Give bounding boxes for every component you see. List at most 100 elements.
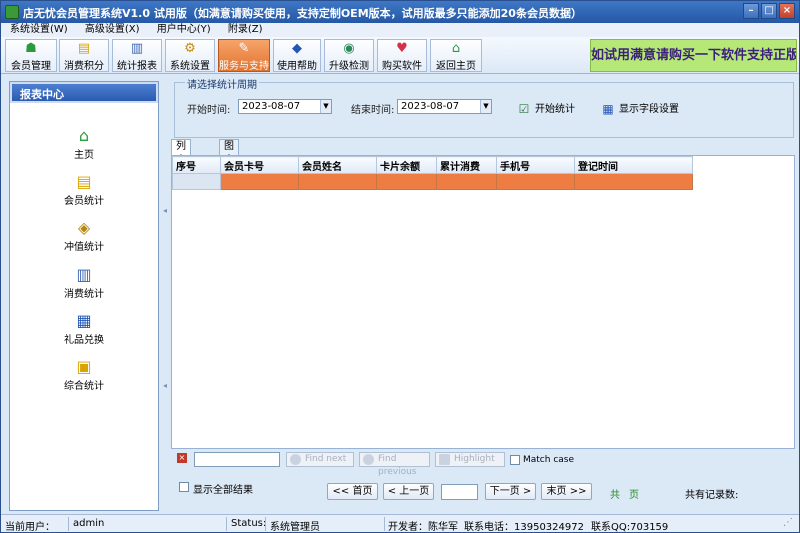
title-bar: 店无忧会员管理系统V1.0 试用版（如满意请购买使用，支持定制OEM版本，试用版… bbox=[1, 1, 799, 23]
upgrade-icon: ◉ bbox=[343, 41, 355, 56]
tab-chart-analysis[interactable]: 图表分析 bbox=[219, 139, 239, 194]
current-user-label: 当前用户： bbox=[5, 522, 55, 533]
pagination: << 首页 < 上一页 下一页 > 末页 >> 共 页 共有记录数: bbox=[169, 483, 797, 501]
main-window: 店无忧会员管理系统V1.0 试用版（如满意请购买使用，支持定制OEM版本，试用版… bbox=[0, 0, 800, 533]
sidebar-item-recharge-stats[interactable]: ◈ 冲值统计 bbox=[10, 218, 158, 253]
column-header[interactable]: 序号 bbox=[172, 156, 221, 174]
menu-bar: 系统设置(W) 高级设置(X) 用户中心(Y) 附录(Z) bbox=[1, 23, 799, 37]
total-pages-suffix: 页 bbox=[629, 490, 639, 501]
status-value: 系统管理员 bbox=[270, 522, 320, 533]
column-header[interactable]: 累计消费 bbox=[436, 156, 497, 174]
chevron-down-icon: ▼ bbox=[320, 100, 331, 113]
toolbar-upgrade-button[interactable]: ◉ 升级检测 bbox=[324, 39, 374, 72]
row-header[interactable] bbox=[172, 173, 221, 190]
match-case-checkbox[interactable] bbox=[510, 455, 520, 465]
table-cell[interactable] bbox=[298, 173, 377, 190]
status-label: Status: bbox=[231, 518, 267, 529]
maximize-button[interactable]: □ bbox=[761, 3, 777, 19]
sidebar-item-home[interactable]: ⌂ 主页 bbox=[10, 126, 158, 161]
table-row[interactable] bbox=[172, 173, 693, 190]
menu-appendix[interactable]: 附录(Z) bbox=[219, 23, 268, 36]
field-settings-button[interactable]: ▦ 显示字段设置 bbox=[600, 100, 679, 116]
toolbar-members-button[interactable]: ☗ 会员管理 bbox=[5, 39, 57, 72]
column-header[interactable]: 登记时间 bbox=[574, 156, 693, 174]
total-pages-prefix: 共 bbox=[610, 490, 620, 501]
arrow-up-icon bbox=[363, 454, 374, 465]
find-input[interactable] bbox=[194, 452, 280, 467]
find-bar: × Find next Find previous Highlight Matc… bbox=[171, 451, 795, 477]
close-find-icon[interactable]: × bbox=[177, 453, 187, 463]
records-count-label: 共有记录数: bbox=[685, 490, 739, 501]
minimize-button[interactable]: – bbox=[743, 3, 759, 19]
summary-stats-icon: ▣ bbox=[76, 357, 92, 376]
first-page-button[interactable]: << 首页 bbox=[327, 483, 378, 500]
home-icon: ⌂ bbox=[78, 126, 90, 145]
column-header[interactable]: 会员姓名 bbox=[298, 156, 377, 174]
last-page-button[interactable]: 末页 >> bbox=[541, 483, 592, 500]
report-content: 请选择统计周期 开始时间: 2023-08-07 ▼ 结束时间: 2023-08… bbox=[169, 76, 797, 511]
sidebar-item-gift-exchange[interactable]: ▦ 礼品兑换 bbox=[10, 311, 158, 346]
promo-banner[interactable]: 如试用满意请购买一下软件支持正版哦 bbox=[590, 39, 797, 72]
table-cell[interactable] bbox=[220, 173, 299, 190]
table-cell[interactable] bbox=[436, 173, 497, 190]
members-icon: ☗ bbox=[25, 41, 37, 56]
member-stats-icon: ▤ bbox=[76, 172, 92, 191]
panel-splitter[interactable]: ◂ ◂ bbox=[162, 81, 168, 511]
menu-system-settings[interactable]: 系统设置(W) bbox=[1, 23, 73, 36]
table-cell[interactable] bbox=[376, 173, 437, 190]
status-bar: 当前用户： admin Status: 系统管理员 开发者：陈华军 联系电话：1… bbox=[1, 514, 799, 533]
data-grid: 序号 会员卡号 会员姓名 卡片余额 累计消费 手机号 登记时间 bbox=[171, 155, 795, 449]
column-header[interactable]: 卡片余额 bbox=[376, 156, 437, 174]
match-case-label: Match case bbox=[523, 455, 575, 465]
developer-info: 开发者：陈华军 bbox=[388, 522, 458, 533]
consume-stats-icon: ▥ bbox=[76, 265, 92, 284]
resize-grip-icon[interactable]: ⋰ bbox=[783, 517, 793, 528]
prev-page-button[interactable]: < 上一页 bbox=[383, 483, 434, 500]
next-page-button[interactable]: 下一页 > bbox=[485, 483, 536, 500]
column-header[interactable]: 会员卡号 bbox=[220, 156, 299, 174]
period-legend: 请选择统计周期 bbox=[185, 76, 259, 91]
points-icon: ▤ bbox=[77, 41, 91, 56]
start-date-picker[interactable]: 2023-08-07 ▼ bbox=[238, 99, 332, 114]
highlight-icon bbox=[439, 454, 450, 465]
toolbar-support-button[interactable]: ✎ 服务与支持 bbox=[218, 39, 270, 72]
highlight-button[interactable]: Highlight bbox=[435, 452, 505, 467]
menu-advanced-settings[interactable]: 高级设置(X) bbox=[76, 23, 145, 36]
sidebar-item-member-stats[interactable]: ▤ 会员统计 bbox=[10, 172, 158, 207]
start-stats-button[interactable]: ☑ 开始统计 bbox=[516, 100, 575, 116]
chevron-down-icon: ▼ bbox=[480, 100, 491, 113]
phone-info: 联系电话：13950324972 bbox=[464, 522, 584, 533]
toolbar-home-button[interactable]: ⌂ 返回主页 bbox=[430, 39, 482, 72]
toolbar-buy-button[interactable]: ♥ 购买软件 bbox=[377, 39, 427, 72]
toolbar-points-button[interactable]: ▤ 消费积分 bbox=[59, 39, 109, 72]
toolbar-settings-button[interactable]: ⚙ 系统设置 bbox=[165, 39, 215, 72]
tab-list-analysis[interactable]: 列表分析 bbox=[171, 139, 191, 194]
toolbar-help-button[interactable]: ◆ 使用帮助 bbox=[273, 39, 321, 72]
toolbar-report-button[interactable]: ▥ 统计报表 bbox=[112, 39, 162, 72]
home-icon: ⌂ bbox=[451, 41, 461, 56]
column-header[interactable]: 手机号 bbox=[496, 156, 575, 174]
sidebar-item-summary-stats[interactable]: ▣ 综合统计 bbox=[10, 357, 158, 392]
current-user-value: admin bbox=[73, 518, 105, 529]
page-input[interactable] bbox=[441, 484, 478, 500]
end-time-label: 结束时间: bbox=[351, 105, 395, 116]
arrow-down-icon bbox=[290, 454, 301, 465]
support-icon: ✎ bbox=[238, 41, 250, 56]
recharge-stats-icon: ◈ bbox=[77, 218, 91, 237]
gift-exchange-icon: ▦ bbox=[76, 311, 92, 330]
help-icon: ◆ bbox=[292, 41, 302, 56]
settings-icon: ⚙ bbox=[184, 41, 196, 56]
collapse-arrow-icon: ◂ bbox=[163, 206, 168, 215]
grid-settings-icon: ▦ bbox=[602, 102, 614, 116]
sidebar-item-consume-stats[interactable]: ▥ 消费统计 bbox=[10, 265, 158, 300]
find-next-button[interactable]: Find next bbox=[286, 452, 354, 467]
window-title: 店无忧会员管理系统V1.0 试用版（如满意请购买使用，支持定制OEM版本，试用版… bbox=[23, 7, 582, 20]
find-previous-button[interactable]: Find previous bbox=[359, 452, 430, 477]
report-sidebar: 报表中心 ⌂ 主页 ▤ 会员统计 ◈ 冲值统计 ▥ 消费统计 ▦ 礼品兑换 ▣ … bbox=[9, 81, 159, 511]
close-button[interactable]: × bbox=[779, 3, 795, 19]
table-cell[interactable] bbox=[574, 173, 693, 190]
menu-user-center[interactable]: 用户中心(Y) bbox=[148, 23, 216, 36]
table-cell[interactable] bbox=[496, 173, 575, 190]
report-icon: ▥ bbox=[130, 41, 144, 56]
end-date-picker[interactable]: 2023-08-07 ▼ bbox=[397, 99, 492, 114]
